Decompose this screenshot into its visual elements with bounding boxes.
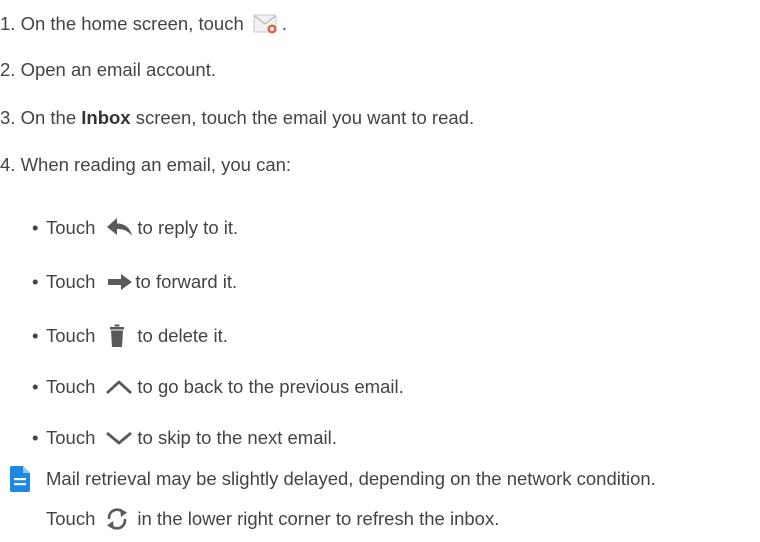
bullet-text: to reply to it. xyxy=(137,217,239,238)
bullet-mark: • xyxy=(32,376,39,397)
bullet-mark: • xyxy=(32,325,39,346)
reply-arrow-icon xyxy=(105,217,133,239)
bullet-forward: • Touch to forward it. xyxy=(32,270,237,294)
chevron-up-icon xyxy=(105,379,133,395)
step-number: 2. xyxy=(0,59,16,80)
forward-arrow-icon xyxy=(107,273,133,291)
email-app-icon xyxy=(253,13,279,35)
step-4: 4. When reading an email, you can: xyxy=(0,153,291,177)
note-document-icon xyxy=(10,466,30,492)
bullet-next: • Touch to skip to the next email. xyxy=(32,426,337,450)
bullet-text: to delete it. xyxy=(137,325,228,346)
bullet-text: to go back to the previous email. xyxy=(137,376,404,397)
bullet-mark: • xyxy=(32,427,39,448)
step-number: 3. xyxy=(0,107,16,128)
step-2: 2. Open an email account. xyxy=(0,58,216,82)
inbox-label: Inbox xyxy=(81,107,131,128)
step-number: 1. xyxy=(0,13,16,34)
note-text: in the lower right corner to refresh the… xyxy=(137,508,500,529)
refresh-icon xyxy=(105,507,129,531)
bullet-lead: Touch xyxy=(46,271,96,292)
bullet-reply: • Touch to reply to it. xyxy=(32,216,238,240)
bullet-previous: • Touch to go back to the previous email. xyxy=(32,375,404,399)
step-text: On the home screen, touch xyxy=(20,13,244,34)
step-text-end: screen, touch the email you want to read… xyxy=(135,107,475,128)
note-lead: Touch xyxy=(46,508,96,529)
bullet-lead: Touch xyxy=(46,217,96,238)
bullet-lead: Touch xyxy=(46,376,96,397)
bullet-text: to forward it. xyxy=(135,271,238,292)
bullet-text: to skip to the next email. xyxy=(137,427,337,448)
bullet-delete: • Touch to delete it. xyxy=(32,324,228,348)
note-text: Mail retrieval may be slightly delayed, … xyxy=(46,468,656,489)
bullet-mark: • xyxy=(32,271,39,292)
step-text: Open an email account. xyxy=(20,59,216,80)
note-line-2: Touch in the lower right corner to refre… xyxy=(46,507,499,531)
bullet-mark: • xyxy=(32,217,39,238)
step-3: 3. On the Inbox screen, touch the email … xyxy=(0,106,474,130)
step-text: When reading an email, you can: xyxy=(20,154,292,175)
step-number: 4. xyxy=(0,154,16,175)
step-text: On the xyxy=(20,107,77,128)
chevron-down-icon xyxy=(105,430,133,446)
bullet-lead: Touch xyxy=(46,427,96,448)
step-1: 1. On the home screen, touch . xyxy=(0,12,287,36)
note-line-1: Mail retrieval may be slightly delayed, … xyxy=(10,466,656,492)
trash-icon xyxy=(109,324,125,348)
step-text-end: . xyxy=(281,13,288,34)
bullet-lead: Touch xyxy=(46,325,96,346)
